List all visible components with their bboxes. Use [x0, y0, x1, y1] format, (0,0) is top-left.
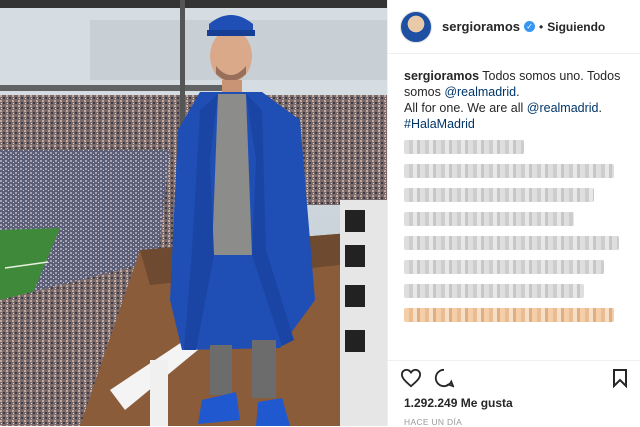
like-count[interactable]: 1.292.249 Me gusta — [404, 396, 513, 410]
mention-link-2[interactable]: @realmadrid — [527, 101, 599, 115]
blurred-comment — [404, 212, 574, 226]
post-actions — [388, 360, 640, 400]
follow-status-button[interactable]: Siguiendo — [547, 20, 605, 34]
post-side-panel: sergioramos ✓ • Siguiendo sergioramos To… — [387, 0, 640, 427]
blurred-comment — [404, 188, 594, 202]
bookmark-icon[interactable] — [612, 368, 628, 393]
avatar[interactable] — [400, 10, 432, 43]
username-link[interactable]: sergioramos — [442, 19, 520, 34]
caption-punct-1: . — [516, 85, 520, 99]
caption-username[interactable]: sergioramos — [404, 69, 479, 83]
caption-punct-2: . — [598, 101, 602, 115]
post-caption: sergioramos Todos somos uno. Todos somos… — [388, 54, 640, 132]
caption-text-2: All for one. We are all — [404, 101, 524, 115]
heart-icon[interactable] — [400, 368, 422, 393]
separator-dot: • — [539, 19, 544, 34]
blurred-comment — [404, 236, 619, 250]
blurred-comment — [404, 140, 524, 154]
blurred-comment — [404, 260, 604, 274]
post-header: sergioramos ✓ • Siguiendo — [388, 0, 640, 54]
blurred-comment — [404, 308, 614, 322]
comment-icon[interactable] — [434, 368, 455, 393]
hashtag-link[interactable]: #HalaMadrid — [404, 117, 475, 131]
blurred-comment — [404, 284, 584, 298]
post-photo[interactable] — [0, 0, 387, 426]
blurred-comment — [404, 164, 614, 178]
blurred-comments — [388, 132, 640, 322]
stadium-photo — [0, 0, 387, 426]
verified-badge-icon: ✓ — [524, 21, 536, 32]
mention-link-1[interactable]: @realmadrid — [444, 85, 516, 99]
